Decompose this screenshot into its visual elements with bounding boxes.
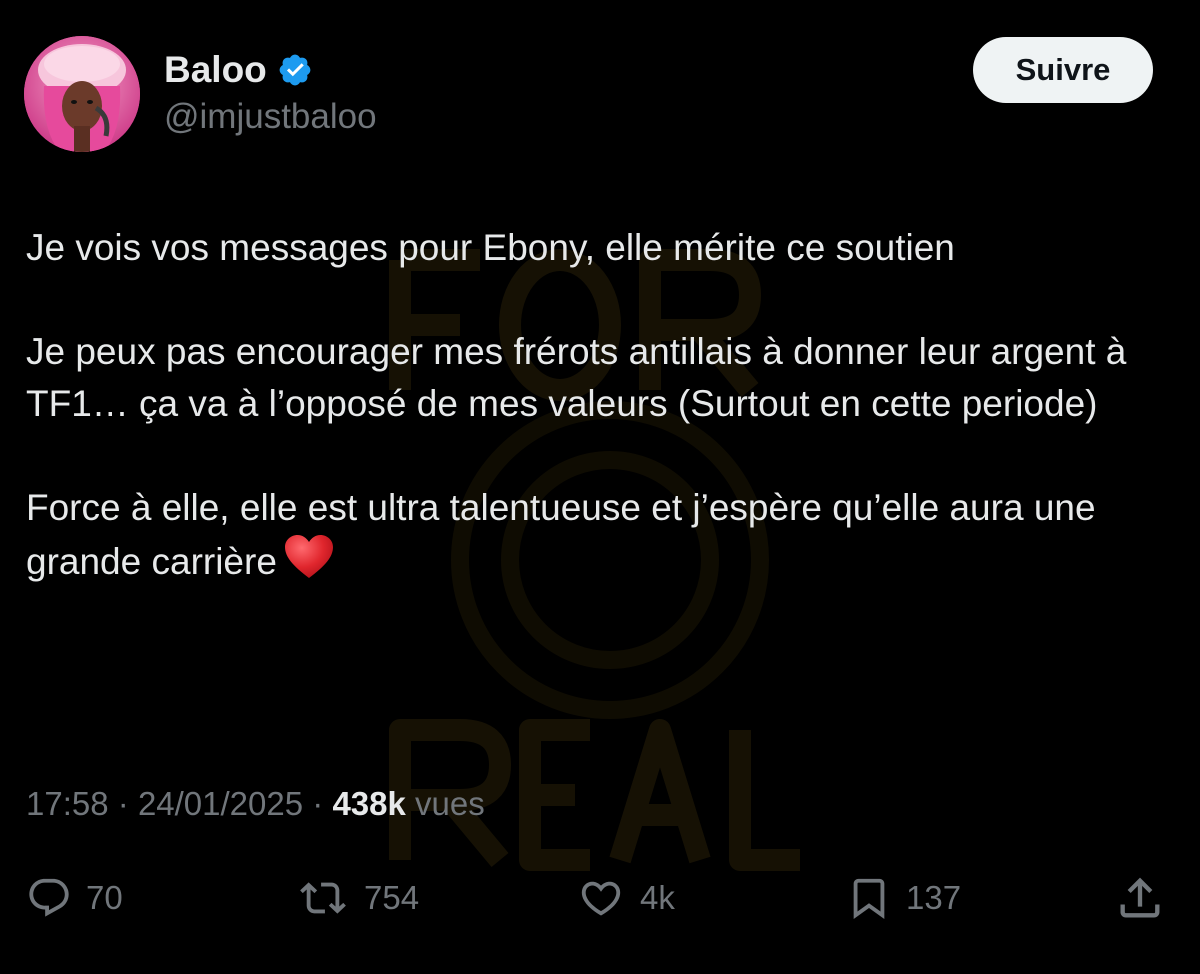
bookmark-count: 137: [906, 879, 962, 916]
bookmark-button[interactable]: 137: [846, 868, 961, 928]
reply-icon: [29, 878, 69, 917]
tweet-paragraph: Force à elle, elle est ultra talentueuse…: [26, 482, 1176, 588]
repost-icon: [300, 882, 346, 914]
like-button[interactable]: 4k: [576, 868, 675, 928]
repost-button[interactable]: 754: [296, 868, 419, 928]
meta-separator: ·: [117, 785, 129, 822]
tweet-meta: 17:58 · 24/01/2025 · 438k vues: [26, 780, 485, 828]
tweet-paragraph: Je vois vos messages pour Ebony, elle mé…: [26, 227, 955, 268]
tweet-time[interactable]: 17:58: [26, 785, 109, 822]
follow-button[interactable]: Suivre: [973, 37, 1153, 103]
tweet-paragraph: Je peux pas encourager mes frérots antil…: [26, 331, 1127, 424]
reply-button[interactable]: 70: [26, 868, 123, 928]
tweet-paragraph-text: Force à elle, elle est ultra talentueuse…: [26, 487, 1096, 582]
like-count: 4k: [640, 879, 675, 916]
repost-count: 754: [364, 879, 420, 916]
display-name[interactable]: Baloo: [164, 50, 267, 90]
avatar[interactable]: [24, 36, 140, 152]
meta-separator: ·: [312, 785, 324, 822]
avatar-image: [24, 36, 140, 152]
user-handle[interactable]: @imjustbaloo: [164, 97, 377, 137]
action-bar: 70 754 4k 137: [0, 868, 1200, 928]
share-button[interactable]: [1114, 868, 1166, 928]
heart-icon: [581, 881, 621, 916]
views-count[interactable]: 438k: [332, 785, 405, 822]
verified-badge-icon: [279, 54, 311, 86]
red-heart-emoji: [284, 535, 333, 578]
tweet-card: Baloo @imjustbaloo Suivre Je vois vos me…: [0, 0, 1200, 974]
tweet-date[interactable]: 24/01/2025: [138, 785, 303, 822]
share-icon: [1120, 877, 1160, 918]
views-label: vues: [415, 785, 485, 822]
author-name-row[interactable]: Baloo: [164, 50, 313, 90]
tweet-text: Je vois vos messages pour Ebony, elle mé…: [26, 222, 1176, 588]
reply-count: 70: [86, 879, 123, 916]
bookmark-icon: [853, 878, 885, 919]
